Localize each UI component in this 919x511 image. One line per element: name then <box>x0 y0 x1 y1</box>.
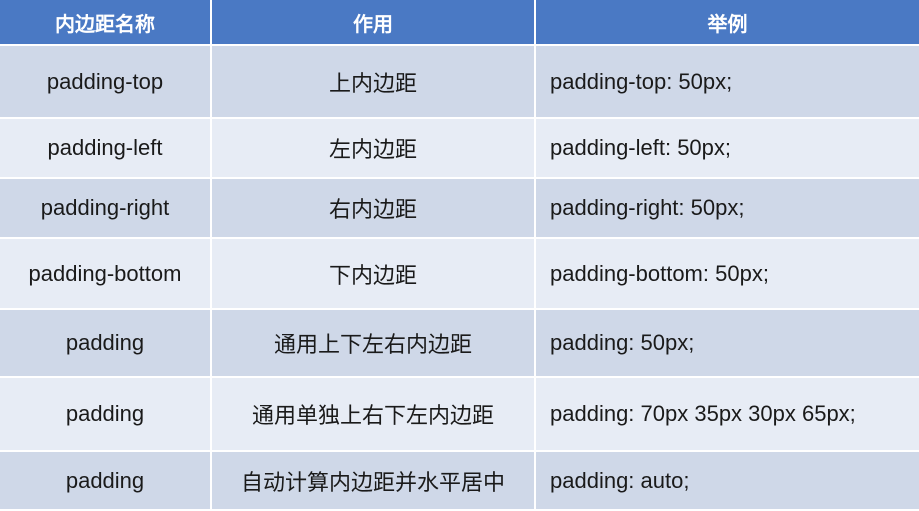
cell-name: padding <box>0 452 212 511</box>
header-use: 作用 <box>212 0 536 46</box>
padding-properties-table: 内边距名称 作用 举例 padding-top 上内边距 padding-top… <box>0 0 919 511</box>
cell-use: 通用上下左右内边距 <box>212 310 536 378</box>
cell-name: padding <box>0 310 212 378</box>
cell-example: padding: 50px; <box>536 310 919 378</box>
cell-name: padding-left <box>0 119 212 179</box>
table-row: padding 通用单独上右下左内边距 padding: 70px 35px 3… <box>0 378 919 452</box>
header-example: 举例 <box>536 0 919 46</box>
cell-example: padding: auto; <box>536 452 919 511</box>
cell-use: 右内边距 <box>212 179 536 239</box>
table-row: padding-bottom 下内边距 padding-bottom: 50px… <box>0 239 919 310</box>
table-row: padding-left 左内边距 padding-left: 50px; <box>0 119 919 179</box>
cell-use: 上内边距 <box>212 46 536 119</box>
table-row: padding 自动计算内边距并水平居中 padding: auto; <box>0 452 919 511</box>
cell-name: padding-right <box>0 179 212 239</box>
cell-name: padding <box>0 378 212 452</box>
cell-example: padding-top: 50px; <box>536 46 919 119</box>
cell-use: 左内边距 <box>212 119 536 179</box>
cell-name: padding-top <box>0 46 212 119</box>
table-row: padding-right 右内边距 padding-right: 50px; <box>0 179 919 239</box>
cell-use: 下内边距 <box>212 239 536 310</box>
cell-name: padding-bottom <box>0 239 212 310</box>
cell-example: padding-left: 50px; <box>536 119 919 179</box>
cell-use: 通用单独上右下左内边距 <box>212 378 536 452</box>
cell-example: padding-bottom: 50px; <box>536 239 919 310</box>
table-row: padding-top 上内边距 padding-top: 50px; <box>0 46 919 119</box>
table-header-row: 内边距名称 作用 举例 <box>0 0 919 46</box>
header-name: 内边距名称 <box>0 0 212 46</box>
cell-example: padding-right: 50px; <box>536 179 919 239</box>
cell-example: padding: 70px 35px 30px 65px; <box>536 378 919 452</box>
cell-use: 自动计算内边距并水平居中 <box>212 452 536 511</box>
table-row: padding 通用上下左右内边距 padding: 50px; <box>0 310 919 378</box>
